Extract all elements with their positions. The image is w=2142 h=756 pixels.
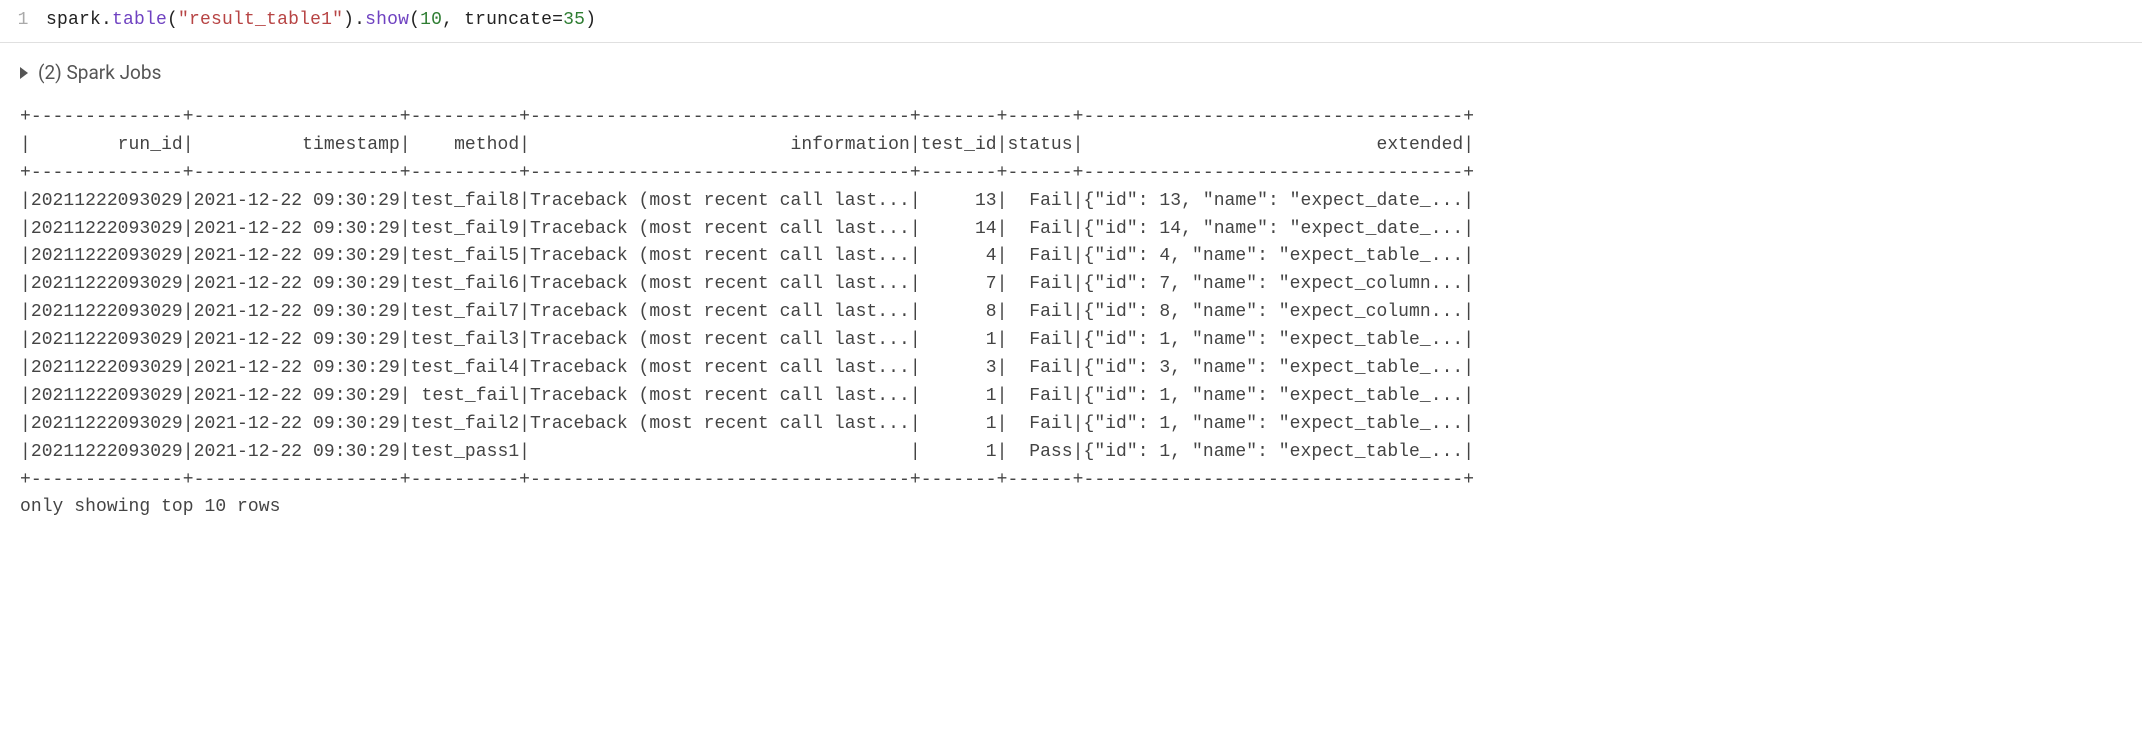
output-area: (2) Spark Jobs +--------------+---------…	[0, 43, 2142, 532]
result-table: +--------------+-------------------+----…	[20, 104, 2122, 522]
code-cell[interactable]: 1 spark.table("result_table1").show(10, …	[0, 0, 2142, 43]
code-token: 35	[563, 10, 585, 30]
spark-jobs-toggle[interactable]: (2) Spark Jobs	[20, 61, 2122, 84]
code-token: (	[409, 10, 420, 30]
code-token: (	[167, 10, 178, 30]
caret-right-icon	[20, 67, 28, 79]
line-number: 1	[0, 10, 46, 30]
code-token: ).	[343, 10, 365, 30]
code-token: spark.	[46, 10, 112, 30]
code-token: show	[365, 10, 409, 30]
code-token: table	[112, 10, 167, 30]
code-token: , truncate=	[442, 10, 563, 30]
code-token: "result_table1"	[178, 10, 343, 30]
code-token: )	[585, 10, 596, 30]
code-content[interactable]: spark.table("result_table1").show(10, tr…	[46, 10, 596, 30]
spark-jobs-label: (2) Spark Jobs	[38, 61, 161, 84]
code-token: 10	[420, 10, 442, 30]
